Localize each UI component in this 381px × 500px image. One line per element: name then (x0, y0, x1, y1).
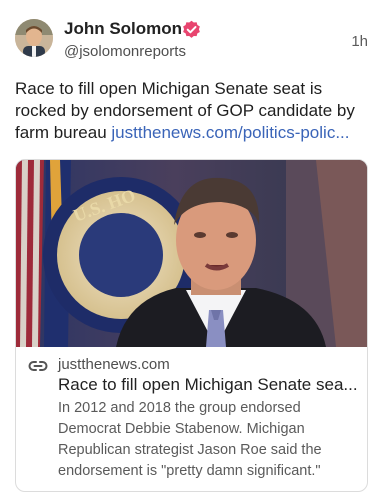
card-domain: justthenews.com (58, 356, 170, 373)
author-name[interactable]: John Solomon (64, 19, 182, 39)
avatar[interactable] (15, 19, 53, 57)
card-title[interactable]: Race to fill open Michigan Senate sea... (58, 375, 358, 395)
author-handle[interactable]: @jsolomonreports (64, 43, 186, 60)
post-text: Race to fill open Michigan Senate seat i… (15, 78, 370, 144)
link-icon (28, 359, 48, 373)
link-preview-card[interactable]: U.S. HO justthenews.com Race to fill ope… (15, 159, 368, 492)
card-description: In 2012 and 2018 the group endorsed Demo… (58, 400, 322, 479)
post-timestamp: 1h (351, 33, 368, 50)
post-link[interactable]: justthenews.com/politics-polic... (111, 123, 349, 142)
card-image[interactable]: U.S. HO (16, 160, 367, 347)
verified-badge-icon (182, 20, 201, 39)
social-post: John Solomon @jsolomonreports 1h Race to… (0, 0, 381, 500)
